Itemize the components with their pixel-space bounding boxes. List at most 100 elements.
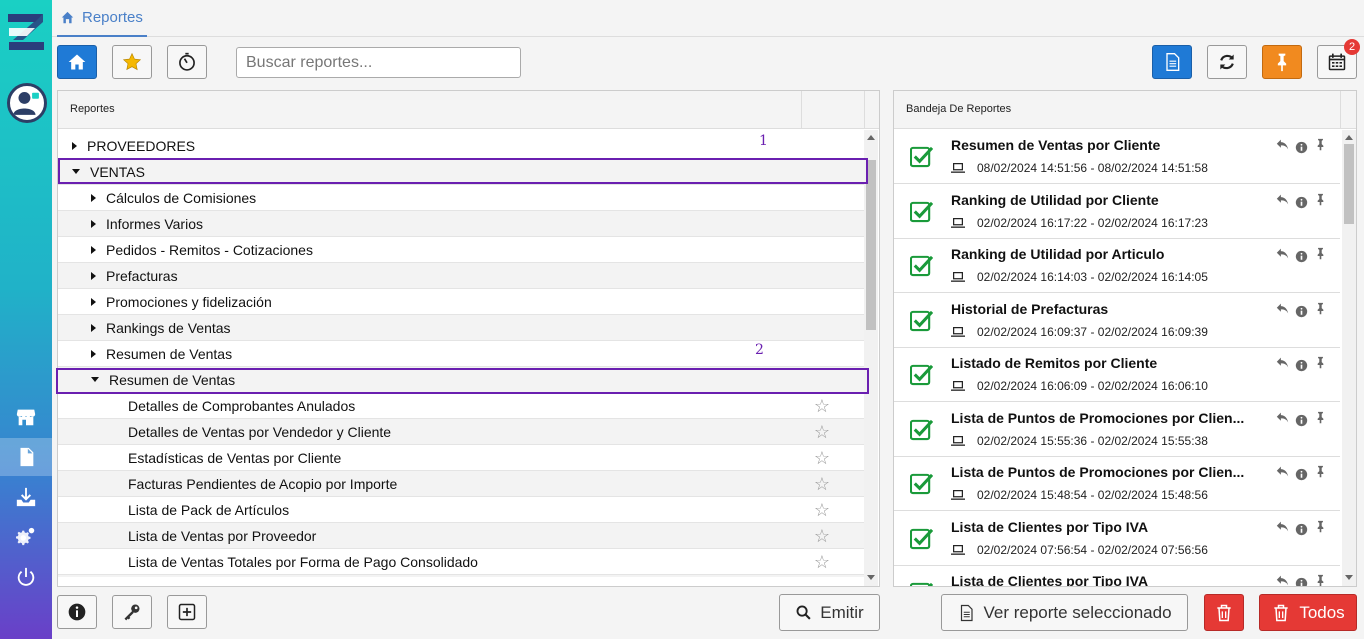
caret-right-icon[interactable] — [91, 193, 96, 202]
calendar-button[interactable]: 2 — [1317, 39, 1360, 79]
info-icon[interactable] — [1295, 523, 1308, 536]
reply-icon[interactable] — [1276, 193, 1289, 206]
delete-button[interactable] — [1204, 594, 1244, 631]
report-tray-item[interactable]: Lista de Clientes por Tipo IVA — [894, 566, 1340, 586]
tree-folder-row[interactable]: Resumen de Ventas — [58, 367, 864, 393]
document-button[interactable] — [1152, 45, 1192, 79]
tree-report-item[interactable]: Detalles de Comprobantes Anulados ☆ — [58, 393, 864, 419]
caret-right-icon[interactable] — [91, 271, 96, 280]
info-icon[interactable] — [1295, 250, 1308, 263]
info-icon[interactable] — [1295, 414, 1308, 427]
report-tray-item[interactable]: Resumen de Ventas por Cliente 08/02/2024 … — [894, 130, 1340, 184]
reply-icon[interactable] — [1276, 356, 1289, 369]
caret-down-icon[interactable] — [72, 169, 80, 174]
report-tray-item[interactable]: Historial de Prefacturas 02/02/2024 16:09… — [894, 293, 1340, 348]
favorite-star-icon[interactable]: ☆ — [814, 500, 830, 521]
reply-icon[interactable] — [1276, 247, 1289, 260]
pin-button[interactable] — [1262, 45, 1302, 79]
tree-folder-row[interactable]: PROVEEDORES — [58, 133, 864, 159]
refresh-button[interactable] — [1207, 45, 1247, 79]
tree-folder-row[interactable]: Rankings de Ventas — [58, 315, 864, 341]
caret-right-icon[interactable] — [91, 219, 96, 228]
view-selected-report-button[interactable]: Ver reporte seleccionado — [941, 594, 1188, 631]
info-icon[interactable] — [1295, 196, 1308, 209]
tree-folder-row[interactable]: Resumen de Ventas — [58, 341, 864, 367]
power-icon[interactable] — [0, 558, 52, 596]
checkbox-checked-icon[interactable] — [910, 145, 933, 168]
pin-icon[interactable] — [1314, 356, 1327, 369]
caret-right-icon[interactable] — [91, 349, 96, 358]
pin-icon[interactable] — [1314, 465, 1327, 478]
report-tray-item[interactable]: Listado de Remitos por Cliente 02/02/2024… — [894, 348, 1340, 402]
favorites-button[interactable] — [112, 45, 152, 79]
pin-icon[interactable] — [1314, 138, 1327, 151]
history-button[interactable] — [167, 45, 207, 79]
caret-right-icon[interactable] — [72, 141, 77, 150]
app-logo[interactable] — [5, 10, 47, 54]
report-tray-item[interactable]: Lista de Puntos de Promociones por Clien… — [894, 402, 1340, 457]
pin-icon[interactable] — [1314, 302, 1327, 315]
reply-icon[interactable] — [1276, 465, 1289, 478]
info-icon[interactable] — [1295, 468, 1308, 481]
reply-icon[interactable] — [1276, 138, 1289, 151]
tree-folder-row[interactable]: VENTAS — [58, 159, 864, 185]
reply-icon[interactable] — [1276, 302, 1289, 315]
info-icon[interactable] — [1295, 577, 1308, 586]
key-button[interactable] — [112, 595, 152, 629]
tree-folder-row[interactable]: Pedidos - Remitos - Cotizaciones — [58, 237, 864, 263]
pin-icon[interactable] — [1314, 411, 1327, 424]
reports-icon[interactable] — [0, 438, 52, 476]
caret-right-icon[interactable] — [91, 323, 96, 332]
checkbox-checked-icon[interactable] — [910, 527, 933, 550]
tree-folder-row[interactable]: Prefacturas — [58, 263, 864, 289]
settings-icon[interactable] — [0, 518, 52, 556]
caret-down-icon[interactable] — [91, 377, 99, 382]
pin-icon[interactable] — [1314, 247, 1327, 260]
pin-icon[interactable] — [1314, 193, 1327, 206]
checkbox-checked-icon[interactable] — [910, 200, 933, 223]
pin-icon[interactable] — [1314, 520, 1327, 533]
caret-right-icon[interactable] — [91, 297, 96, 306]
favorite-star-icon[interactable]: ☆ — [814, 422, 830, 443]
caret-right-icon[interactable] — [91, 245, 96, 254]
search-input[interactable] — [236, 47, 521, 78]
favorite-star-icon[interactable]: ☆ — [814, 396, 830, 417]
report-tray-item[interactable]: Ranking de Utilidad por Cliente 02/02/202… — [894, 184, 1340, 239]
delete-all-button[interactable]: Todos — [1259, 594, 1357, 631]
report-tray-item[interactable]: Lista de Puntos de Promociones por Clien… — [894, 457, 1340, 511]
tree-report-item[interactable]: Lista de Ventas por Proveedor ☆ — [58, 523, 864, 549]
info-icon[interactable] — [1295, 141, 1308, 154]
report-tray-item[interactable]: Lista de Clientes por Tipo IVA 02/02/2024… — [894, 511, 1340, 566]
reply-icon[interactable] — [1276, 520, 1289, 533]
user-avatar[interactable] — [7, 83, 47, 123]
tree-report-item[interactable]: Lista de Ventas Totales por Forma de Pag… — [58, 549, 864, 575]
checkbox-checked-icon[interactable] — [910, 472, 933, 495]
favorite-star-icon[interactable]: ☆ — [814, 474, 830, 495]
checkbox-checked-icon[interactable] — [910, 363, 933, 386]
tree-folder-row[interactable]: Promociones y fidelización — [58, 289, 864, 315]
checkbox-checked-icon[interactable] — [910, 309, 933, 332]
pin-icon[interactable] — [1314, 574, 1327, 586]
tree-report-item[interactable]: Lista de Ventas Totales por Forma de Pag… — [58, 575, 864, 577]
checkbox-checked-icon[interactable] — [910, 581, 933, 586]
add-button[interactable] — [167, 595, 207, 629]
info-icon[interactable] — [1295, 359, 1308, 372]
tab-reportes[interactable]: Reportes — [57, 0, 147, 37]
info-icon[interactable] — [1295, 305, 1308, 318]
tree-folder-row[interactable]: Informes Varios — [58, 211, 864, 237]
tray-scrollbar[interactable] — [1342, 130, 1356, 586]
home-button[interactable] — [57, 45, 97, 79]
tree-report-item[interactable]: Detalles de Ventas por Vendedor y Client… — [58, 419, 864, 445]
tree-report-item[interactable]: Lista de Pack de Artículos ☆ — [58, 497, 864, 523]
download-icon[interactable] — [0, 478, 52, 516]
favorite-star-icon[interactable]: ☆ — [814, 526, 830, 547]
tree-folder-row[interactable]: Cálculos de Comisiones — [58, 185, 864, 211]
store-icon[interactable] — [0, 398, 52, 436]
info-button[interactable] — [57, 595, 97, 629]
checkbox-checked-icon[interactable] — [910, 418, 933, 441]
tree-report-item[interactable]: Facturas Pendientes de Acopio por Import… — [58, 471, 864, 497]
favorite-star-icon[interactable]: ☆ — [814, 552, 830, 573]
favorite-star-icon[interactable]: ☆ — [814, 448, 830, 469]
reply-icon[interactable] — [1276, 574, 1289, 586]
tree-scrollbar[interactable] — [864, 130, 878, 586]
